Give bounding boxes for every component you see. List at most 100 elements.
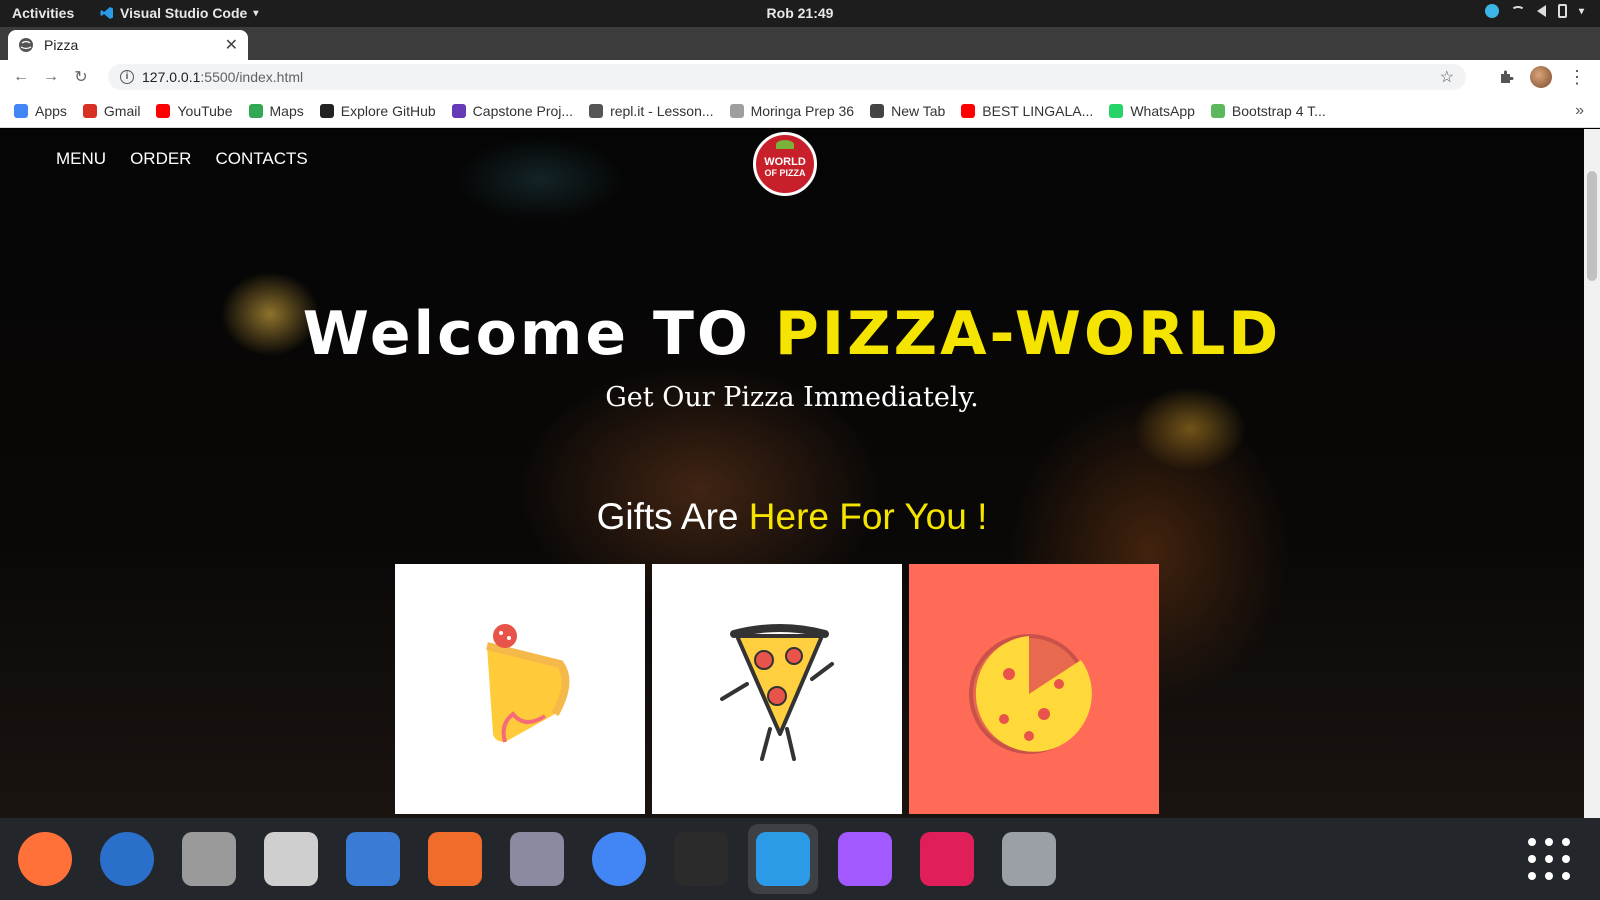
youtube-icon xyxy=(961,103,976,118)
gifts-heading-prefix: Gifts Are xyxy=(596,496,749,537)
browser-tab-strip: Pizza ✕ + xyxy=(0,27,1600,82)
bookmark-item[interactable]: Bootstrap 4 T... xyxy=(1210,102,1326,119)
gift-card-1[interactable] xyxy=(395,564,645,814)
files-icon xyxy=(182,832,236,886)
chrome-icon xyxy=(592,832,646,886)
back-button[interactable]: ← xyxy=(6,68,36,86)
kebab-menu-icon[interactable]: ⋮ xyxy=(1568,67,1586,88)
browser-toolbar: ← → ↻ i 127.0.0.1:5500/index.html ☆ ⋮ xyxy=(0,60,1600,94)
scrollbar-thumb[interactable] xyxy=(1587,171,1597,281)
url-host: 127.0.0.1 xyxy=(142,69,201,85)
extensions-icon[interactable] xyxy=(1498,69,1514,85)
bookmark-star-icon[interactable]: ☆ xyxy=(1440,67,1454,87)
bookmark-item[interactable]: BEST LINGALA... xyxy=(961,103,1093,119)
tab-pizza[interactable]: Pizza ✕ xyxy=(8,30,248,60)
dock-item[interactable] xyxy=(666,824,736,894)
app-menu[interactable]: Visual Studio Code ▾ xyxy=(100,5,258,21)
bookmark-item[interactable]: Capstone Proj... xyxy=(451,103,573,119)
bookmark-label: Explore GitHub xyxy=(340,102,436,119)
bookmark-item[interactable]: Apps xyxy=(14,103,67,119)
world-of-pizza-logo[interactable]: WORLD OF PIZZA xyxy=(753,132,817,196)
logo-leaf xyxy=(776,140,794,149)
battery-icon xyxy=(1557,4,1567,18)
bookmark-label: WhatsApp xyxy=(1130,102,1195,119)
dock-item[interactable] xyxy=(174,824,244,894)
dock-item[interactable] xyxy=(10,824,80,894)
nav-link-menu[interactable]: MENU xyxy=(56,149,106,169)
tab-title: Pizza xyxy=(44,37,79,53)
globe-icon xyxy=(19,38,33,52)
moringa-icon xyxy=(729,103,744,118)
page-scrollbar[interactable] xyxy=(1584,129,1600,818)
reload-button[interactable]: ↻ xyxy=(66,67,96,87)
apps-grid-icon xyxy=(14,103,28,118)
dock-item[interactable] xyxy=(338,824,408,894)
logo-text-line2: OF PIZZA xyxy=(764,168,806,178)
gmail-icon xyxy=(82,103,97,118)
bookmark-item[interactable]: Moringa Prep 36 xyxy=(729,103,854,119)
bookmark-item[interactable]: Maps xyxy=(248,102,304,119)
bookmark-label: Bootstrap 4 T... xyxy=(1231,102,1326,119)
hero-title-highlight: PIZZA-WORLD xyxy=(774,299,1282,369)
gift-card-3[interactable] xyxy=(909,564,1159,814)
bookmark-item[interactable]: Explore GitHub xyxy=(319,102,436,119)
wifi-icon xyxy=(1510,6,1525,16)
bookmark-label: YouTube xyxy=(177,102,233,119)
info-icon[interactable]: i xyxy=(120,70,134,84)
image-viewer-icon xyxy=(510,832,564,886)
youtube-icon xyxy=(156,103,171,118)
whatsapp-icon xyxy=(1109,103,1124,118)
github-icon xyxy=(319,103,334,118)
dock-item[interactable] xyxy=(830,824,900,894)
dock-item[interactable] xyxy=(584,824,654,894)
figma-icon xyxy=(838,832,892,886)
dock-item[interactable] xyxy=(994,824,1064,894)
hero-title: Welcome TO PIZZA-WORLD xyxy=(0,299,1584,369)
site-nav: MENU ORDER CONTACTS xyxy=(56,149,308,169)
dock-item[interactable] xyxy=(420,824,490,894)
chrome-icon xyxy=(870,103,885,118)
address-bar[interactable]: i 127.0.0.1:5500/index.html ☆ xyxy=(108,64,1466,90)
thunderbird-icon xyxy=(100,832,154,886)
gifts-heading-highlight: Here For You ! xyxy=(748,496,988,537)
system-tray[interactable]: ▾ xyxy=(1484,4,1584,18)
avatar[interactable] xyxy=(1530,66,1552,88)
dock-item[interactable] xyxy=(256,824,326,894)
nav-link-contacts[interactable]: CONTACTS xyxy=(215,149,307,169)
whole-pizza-icon xyxy=(969,634,1092,754)
bookmarks-overflow-icon[interactable]: » xyxy=(1575,102,1584,120)
maps-icon xyxy=(248,103,263,118)
bookmark-item[interactable]: YouTube xyxy=(156,102,233,119)
gifts-heading: Gifts Are Here For You ! xyxy=(0,496,1584,538)
show-applications-button[interactable] xyxy=(1528,838,1570,880)
bookmark-item[interactable]: repl.it - Lesson... xyxy=(589,103,714,119)
forward-button[interactable]: → xyxy=(36,68,66,86)
vscode-icon xyxy=(756,832,810,886)
dock-item[interactable] xyxy=(912,824,982,894)
libreoffice-writer-icon xyxy=(346,832,400,886)
close-icon[interactable]: ✕ xyxy=(225,35,238,55)
bookmarks-bar: Apps Gmail YouTube Maps Explore GitHub Capsto… xyxy=(0,94,1600,128)
dancing-pizza-slice-icon xyxy=(720,624,834,761)
bookmark-label: New Tab xyxy=(891,102,946,119)
hero-title-prefix: Welcome TO xyxy=(302,299,775,369)
bookmark-item[interactable]: WhatsApp xyxy=(1109,103,1195,119)
vscode-icon xyxy=(100,7,113,19)
activities-button[interactable]: Activities xyxy=(12,5,74,21)
bookmark-label: Maps xyxy=(269,102,304,119)
bookmark-item[interactable]: New Tab xyxy=(870,103,945,119)
volume-icon xyxy=(1536,5,1546,17)
url-path: :5500/index.html xyxy=(200,69,304,85)
dock-item[interactable] xyxy=(502,824,572,894)
nav-link-order[interactable]: ORDER xyxy=(130,149,191,169)
gift-card-2[interactable] xyxy=(652,564,902,814)
dock-item[interactable] xyxy=(748,824,818,894)
system-top-bar: Activities Visual Studio Code ▾ Rob 21:4… xyxy=(0,0,1600,27)
bookmark-label: Apps xyxy=(35,102,67,119)
rhythmbox-icon xyxy=(264,832,318,886)
dock-item[interactable] xyxy=(92,824,162,894)
bookmark-item[interactable]: Gmail xyxy=(82,103,140,119)
terminal-icon xyxy=(674,832,728,886)
chevron-down-icon: ▾ xyxy=(253,7,259,19)
cheese-pizza-slice-icon xyxy=(486,624,570,743)
